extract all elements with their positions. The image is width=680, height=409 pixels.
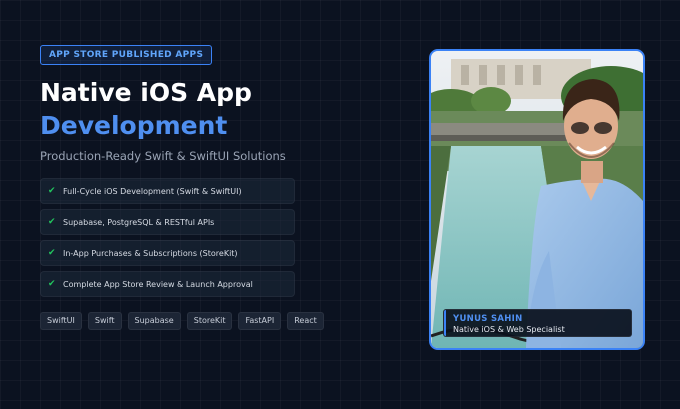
page-title-highlight: Development [40, 111, 228, 140]
tech-tag: FastAPI [238, 312, 282, 330]
feature-text: In-App Purchases & Subscriptions (StoreK… [63, 248, 238, 258]
feature-item: ✔ In-App Purchases & Subscriptions (Stor… [40, 240, 295, 266]
page-subtitle: Production-Ready Swift & SwiftUI Solutio… [40, 149, 286, 163]
tech-tag: Supabase [127, 312, 181, 330]
caption-accent-bar [444, 310, 446, 336]
profile-name: YUNUS SAHIN [453, 314, 523, 324]
tech-tag: SwiftUI [40, 312, 82, 330]
tech-tag: Swift [87, 312, 122, 330]
check-icon: ✔ [48, 186, 56, 196]
check-icon: ✔ [48, 248, 56, 258]
tech-tags: SwiftUI Swift Supabase StoreKit FastAPI … [40, 312, 330, 330]
profile-caption: YUNUS SAHIN Native iOS & Web Specialist [443, 309, 632, 337]
feature-text: Complete App Store Review & Launch Appro… [63, 279, 253, 289]
tech-tag: React [287, 312, 324, 330]
profile-role: Native iOS & Web Specialist [453, 325, 565, 334]
feature-text: Supabase, PostgreSQL & RESTful APIs [63, 217, 215, 227]
section-badge: APP STORE PUBLISHED APPS [40, 45, 213, 65]
profile-photo [429, 49, 645, 350]
tech-tag: StoreKit [186, 312, 233, 330]
page-title: Native iOS App [40, 78, 252, 107]
portrait-image [431, 51, 643, 348]
feature-list: ✔ Full-Cycle iOS Development (Swift & Sw… [40, 178, 295, 302]
feature-text: Full-Cycle iOS Development (Swift & Swif… [63, 186, 242, 196]
check-icon: ✔ [48, 279, 56, 289]
check-icon: ✔ [48, 217, 56, 227]
feature-item: ✔ Complete App Store Review & Launch App… [40, 271, 295, 297]
feature-item: ✔ Full-Cycle iOS Development (Swift & Sw… [40, 178, 295, 204]
feature-item: ✔ Supabase, PostgreSQL & RESTful APIs [40, 209, 295, 235]
